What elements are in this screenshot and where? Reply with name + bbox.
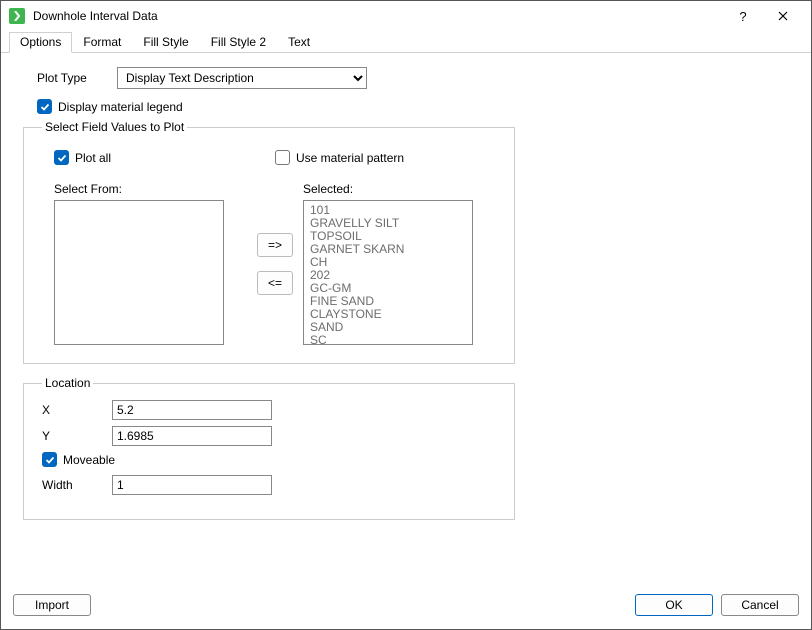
list-item[interactable]: SC bbox=[310, 334, 466, 345]
tab-text[interactable]: Text bbox=[277, 32, 321, 53]
checkbox-icon bbox=[37, 99, 52, 114]
app-icon bbox=[9, 8, 25, 24]
list-item[interactable]: SAND bbox=[310, 321, 466, 334]
moveable-label: Moveable bbox=[63, 453, 115, 467]
location-group: Location X Y Moveable Width bbox=[23, 376, 515, 520]
select-from-list[interactable] bbox=[54, 200, 224, 345]
tab-fill-style-2[interactable]: Fill Style 2 bbox=[200, 32, 277, 53]
x-label: X bbox=[42, 403, 112, 417]
list-item[interactable]: GARNET SKARN bbox=[310, 243, 466, 256]
titlebar: Downhole Interval Data ? bbox=[1, 1, 811, 31]
use-pattern-checkbox[interactable]: Use material pattern bbox=[275, 150, 404, 165]
list-item[interactable]: CH bbox=[310, 256, 466, 269]
window-title: Downhole Interval Data bbox=[33, 9, 723, 23]
checkbox-icon bbox=[42, 452, 57, 467]
dialog-body: Plot Type Display Text Description Displ… bbox=[1, 53, 811, 589]
checkbox-icon bbox=[275, 150, 290, 165]
import-button[interactable]: Import bbox=[13, 594, 91, 616]
tab-fill-style[interactable]: Fill Style bbox=[132, 32, 199, 53]
tab-options[interactable]: Options bbox=[9, 32, 72, 53]
select-from-label: Select From: bbox=[54, 182, 247, 196]
y-input[interactable] bbox=[112, 426, 272, 446]
x-input[interactable] bbox=[112, 400, 272, 420]
plot-type-label: Plot Type bbox=[37, 71, 117, 85]
width-input[interactable] bbox=[112, 475, 272, 495]
close-button[interactable] bbox=[763, 2, 803, 30]
tab-bar: Options Format Fill Style Fill Style 2 T… bbox=[1, 31, 811, 53]
ok-button[interactable]: OK bbox=[635, 594, 713, 616]
dialog-window: Downhole Interval Data ? Options Format … bbox=[0, 0, 812, 630]
field-values-group: Select Field Values to Plot Plot all Use… bbox=[23, 120, 515, 364]
display-legend-checkbox[interactable]: Display material legend bbox=[37, 99, 183, 114]
y-label: Y bbox=[42, 429, 112, 443]
location-legend: Location bbox=[42, 376, 93, 390]
selected-label: Selected: bbox=[303, 182, 496, 196]
field-values-legend: Select Field Values to Plot bbox=[42, 120, 187, 134]
tab-format[interactable]: Format bbox=[72, 32, 132, 53]
width-label: Width bbox=[42, 478, 112, 492]
plot-all-checkbox[interactable]: Plot all bbox=[54, 150, 111, 165]
moveable-checkbox[interactable]: Moveable bbox=[42, 452, 115, 467]
move-right-button[interactable]: => bbox=[257, 233, 293, 257]
help-button[interactable]: ? bbox=[723, 2, 763, 30]
cancel-button[interactable]: Cancel bbox=[721, 594, 799, 616]
checkbox-icon bbox=[54, 150, 69, 165]
plot-type-select[interactable]: Display Text Description bbox=[117, 67, 367, 89]
dialog-footer: Import OK Cancel bbox=[1, 589, 811, 629]
display-legend-label: Display material legend bbox=[58, 100, 183, 114]
move-left-button[interactable]: <= bbox=[257, 271, 293, 295]
selected-list[interactable]: 101GRAVELLY SILTTOPSOILGARNET SKARNCH202… bbox=[303, 200, 473, 345]
plot-all-label: Plot all bbox=[75, 151, 111, 165]
use-pattern-label: Use material pattern bbox=[296, 151, 404, 165]
